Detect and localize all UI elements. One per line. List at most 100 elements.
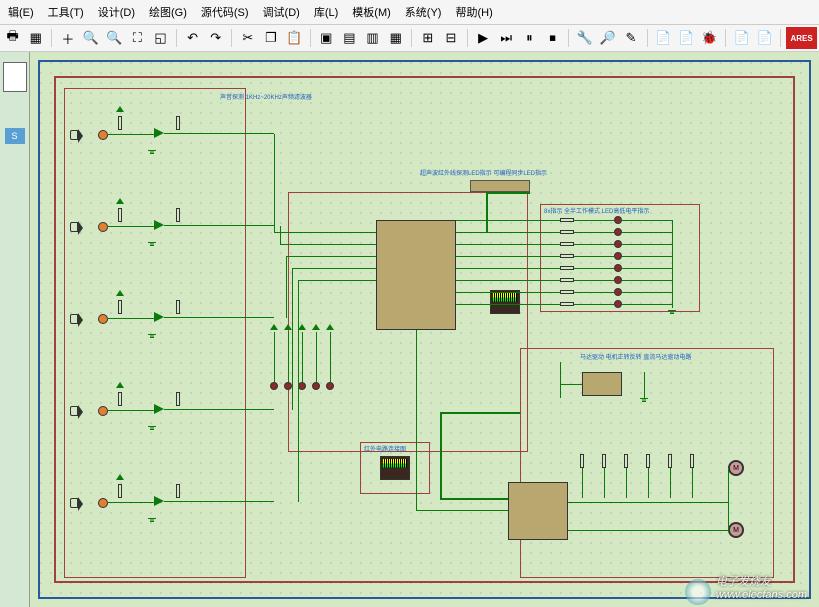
motor-res-2[interactable] <box>624 454 628 468</box>
resistor-0b[interactable] <box>176 116 180 130</box>
resistor-4a[interactable] <box>118 484 122 498</box>
speaker-1[interactable] <box>70 222 78 232</box>
motor-driver-chip[interactable] <box>508 482 568 540</box>
motor-res-1[interactable] <box>602 454 606 468</box>
indicator-led-2[interactable] <box>614 240 622 248</box>
indicator-led-1[interactable] <box>614 228 622 236</box>
ares-icon[interactable]: ARES <box>786 27 817 49</box>
menu-draw[interactable]: 绘图(G) <box>145 2 191 22</box>
resistor-3b[interactable] <box>176 392 180 406</box>
print-icon[interactable]: 🖶 <box>2 27 23 49</box>
play-icon[interactable]: ▶ <box>473 27 494 49</box>
led-res-3[interactable] <box>560 254 574 258</box>
resistor-1b[interactable] <box>176 208 180 222</box>
doc1-icon[interactable]: 📄 <box>653 27 674 49</box>
menu-template[interactable]: 模板(M) <box>348 2 395 22</box>
speaker-4[interactable] <box>70 498 78 508</box>
motor-res-5[interactable] <box>690 454 694 468</box>
menu-source[interactable]: 源代码(S) <box>197 2 253 22</box>
chip-small[interactable] <box>582 372 622 396</box>
probe-led-0[interactable] <box>270 382 278 390</box>
indicator-led-0[interactable] <box>614 216 622 224</box>
block2-icon[interactable]: ▤ <box>339 27 360 49</box>
find-icon[interactable]: 🔎 <box>597 27 618 49</box>
motor-res-3[interactable] <box>646 454 650 468</box>
opamp-2[interactable] <box>154 312 164 322</box>
wrench-icon[interactable]: ✎ <box>620 27 641 49</box>
menu-library[interactable]: 库(L) <box>310 2 342 22</box>
motor-res-4[interactable] <box>668 454 672 468</box>
zoom-in-icon[interactable]: 🔍 <box>80 27 101 49</box>
oscilloscope-1[interactable] <box>490 290 520 314</box>
menu-tools[interactable]: 工具(T) <box>44 2 88 22</box>
led-res-7[interactable] <box>560 302 574 306</box>
opamp-1[interactable] <box>154 220 164 230</box>
tool1-icon[interactable]: 🔧 <box>574 27 595 49</box>
step-icon[interactable]: ⏭ <box>496 27 517 49</box>
speaker-2[interactable] <box>70 314 78 324</box>
led-res-6[interactable] <box>560 290 574 294</box>
lamp-2[interactable] <box>98 314 108 324</box>
opamp-3[interactable] <box>154 404 164 414</box>
indicator-led-4[interactable] <box>614 264 622 272</box>
mcu-main-chip[interactable] <box>376 220 456 330</box>
resistor-0a[interactable] <box>118 116 122 130</box>
doc4-icon[interactable]: 📄 <box>754 27 775 49</box>
opamp-0[interactable] <box>154 128 164 138</box>
lamp-1[interactable] <box>98 222 108 232</box>
motor-res-0[interactable] <box>580 454 584 468</box>
connector-top[interactable] <box>470 180 530 192</box>
led-res-4[interactable] <box>560 266 574 270</box>
zoom-fit-icon[interactable]: ⛶ <box>127 27 148 49</box>
hplus-icon[interactable]: ⊞ <box>417 27 438 49</box>
indicator-led-5[interactable] <box>614 276 622 284</box>
indicator-led-3[interactable] <box>614 252 622 260</box>
redo-icon[interactable]: ↷ <box>205 27 226 49</box>
undo-icon[interactable]: ↶ <box>182 27 203 49</box>
led-res-5[interactable] <box>560 278 574 282</box>
speaker-0[interactable] <box>70 130 78 140</box>
doc3-icon[interactable]: 📄 <box>731 27 752 49</box>
resistor-3a[interactable] <box>118 392 122 406</box>
indicator-led-6[interactable] <box>614 288 622 296</box>
schematic-canvas[interactable]: 声音探测 1KHz~20KHz声频滤波器 超声波红外线探测LED指示 可编程同步… <box>38 60 811 599</box>
resistor-4b[interactable] <box>176 484 180 498</box>
lamp-4[interactable] <box>98 498 108 508</box>
doc2-icon[interactable]: 📄 <box>676 27 697 49</box>
oscilloscope-2[interactable] <box>380 456 410 480</box>
probe-led-1[interactable] <box>284 382 292 390</box>
resistor-2b[interactable] <box>176 300 180 314</box>
stop-icon[interactable]: ⏹ <box>542 27 563 49</box>
menu-design[interactable]: 设计(D) <box>94 2 139 22</box>
cut-icon[interactable]: ✂ <box>237 27 258 49</box>
lamp-0[interactable] <box>98 130 108 140</box>
bug-icon[interactable]: 🐞 <box>699 27 720 49</box>
menu-system[interactable]: 系统(Y) <box>401 2 446 22</box>
probe-led-2[interactable] <box>298 382 306 390</box>
motor-2[interactable]: M <box>728 522 744 538</box>
led-res-0[interactable] <box>560 218 574 222</box>
opamp-4[interactable] <box>154 496 164 506</box>
copy-icon[interactable]: ❐ <box>260 27 281 49</box>
lamp-3[interactable] <box>98 406 108 416</box>
block4-icon[interactable]: ▦ <box>385 27 406 49</box>
sidebar-button[interactable]: S <box>5 128 25 144</box>
led-res-2[interactable] <box>560 242 574 246</box>
resistor-2a[interactable] <box>118 300 122 314</box>
zoom-out-icon[interactable]: 🔍 <box>104 27 125 49</box>
schematic-preview[interactable] <box>3 62 27 92</box>
probe-led-4[interactable] <box>326 382 334 390</box>
menu-help[interactable]: 帮助(H) <box>451 2 496 22</box>
paste-icon[interactable]: 📋 <box>284 27 305 49</box>
menu-edit[interactable]: 辑(E) <box>4 2 38 22</box>
block3-icon[interactable]: ▥ <box>362 27 383 49</box>
indicator-led-7[interactable] <box>614 300 622 308</box>
motor-1[interactable]: M <box>728 460 744 476</box>
resistor-1a[interactable] <box>118 208 122 222</box>
block1-icon[interactable]: ▣ <box>316 27 337 49</box>
canvas-area[interactable]: 声音探测 1KHz~20KHz声频滤波器 超声波红外线探测LED指示 可编程同步… <box>30 52 819 607</box>
speaker-3[interactable] <box>70 406 78 416</box>
led-res-1[interactable] <box>560 230 574 234</box>
hminus-icon[interactable]: ⊟ <box>440 27 461 49</box>
probe-led-3[interactable] <box>312 382 320 390</box>
